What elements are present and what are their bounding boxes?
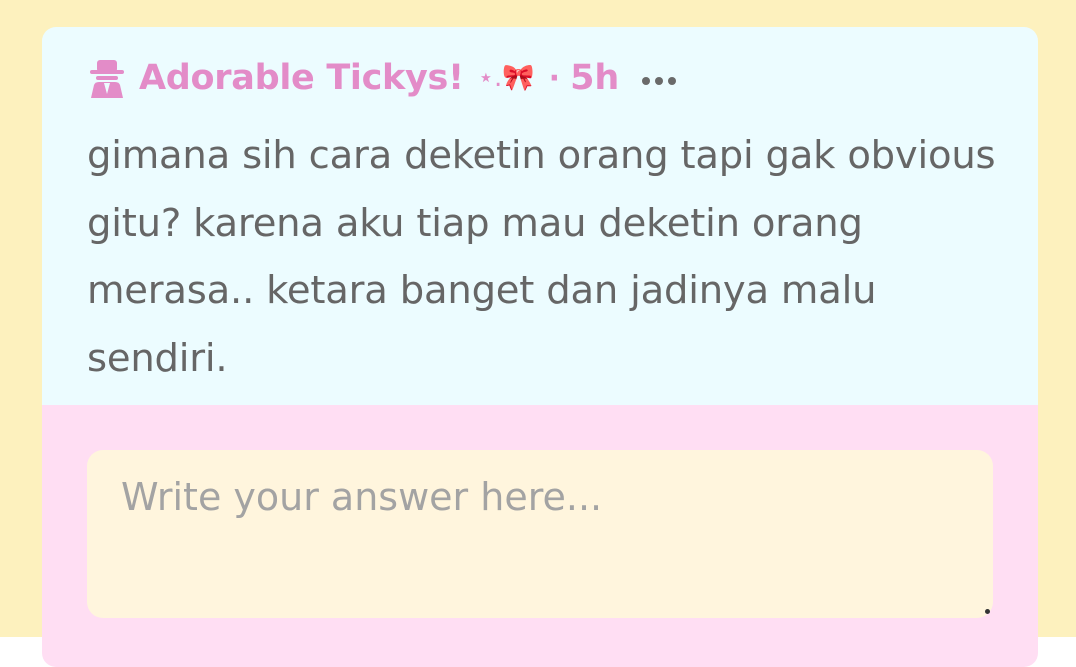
question-section: Adorable Tickys! ⋆.🎀 · 5h gimana sih car… bbox=[42, 27, 1038, 405]
post-time: 5h bbox=[570, 58, 620, 98]
question-card: Adorable Tickys! ⋆.🎀 · 5h gimana sih car… bbox=[42, 27, 1038, 667]
answer-input[interactable] bbox=[87, 450, 993, 618]
username-decoration: ⋆.🎀 bbox=[477, 63, 535, 93]
username[interactable]: Adorable Tickys! bbox=[139, 58, 464, 98]
spy-icon bbox=[87, 58, 127, 98]
post-header: Adorable Tickys! ⋆.🎀 · 5h bbox=[87, 55, 677, 101]
more-dots-icon[interactable] bbox=[641, 72, 677, 85]
question-text: gimana sih cara deketin orang tapi gak o… bbox=[87, 133, 996, 381]
resize-handle[interactable] bbox=[985, 609, 990, 614]
answer-section bbox=[42, 405, 1038, 667]
separator-dot: · bbox=[548, 60, 561, 96]
